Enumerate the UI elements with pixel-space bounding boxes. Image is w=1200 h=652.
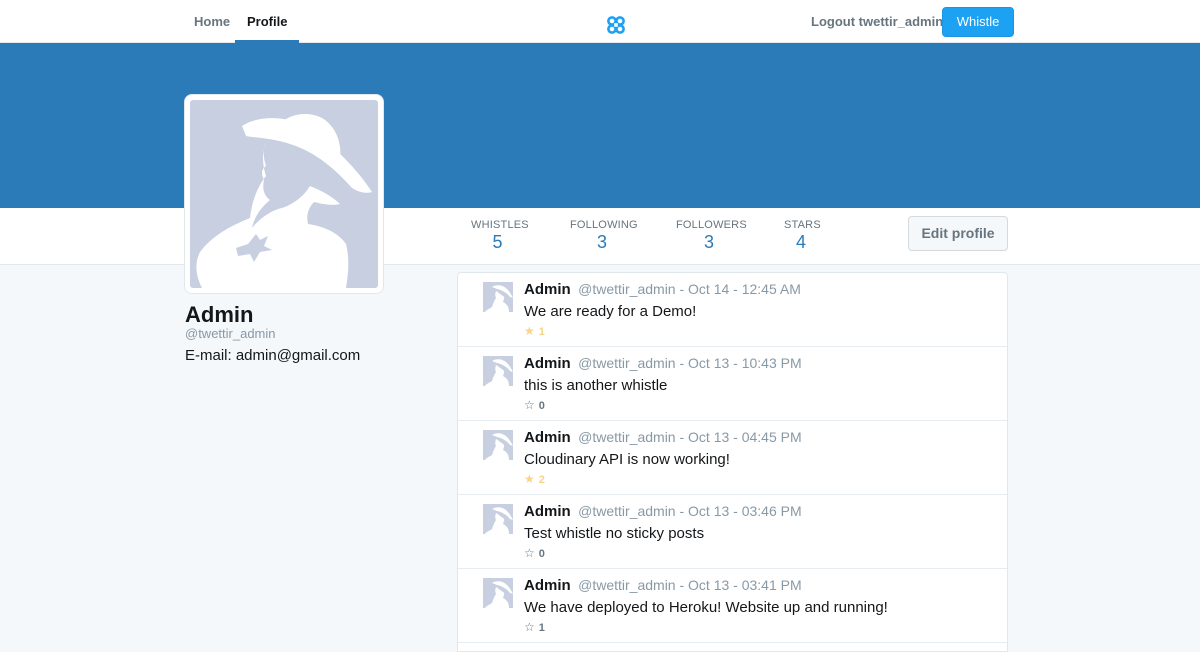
star-count: 2	[538, 474, 545, 486]
top-nav: Home Profile Logout twettir_admin Whistl…	[0, 0, 1200, 43]
whistle-author[interactable]: Admin	[524, 429, 571, 446]
whistle-author[interactable]: Admin	[524, 577, 571, 594]
stat-following[interactable]: FOLLOWING 3	[570, 219, 638, 253]
whistle-text: We have deployed to Heroku! Website up a…	[524, 599, 888, 616]
edit-profile-button[interactable]: Edit profile	[908, 216, 1008, 251]
stat-followers[interactable]: FOLLOWERS 3	[676, 219, 747, 253]
whistle-button[interactable]: Whistle	[942, 7, 1014, 37]
stat-value: 3	[596, 232, 607, 252]
star-count: 1	[538, 326, 545, 338]
stat-value: 3	[703, 232, 714, 252]
default-avatar-icon[interactable]	[483, 504, 513, 534]
whistle-item[interactable]: Admin @twettir_admin - Oct 13 - 03:46 PM…	[458, 495, 1007, 569]
whistle-meta: @twettir_admin - Oct 13 - 03:46 PM	[578, 503, 802, 519]
stat-label: STARS	[784, 219, 821, 231]
whistle-author[interactable]: Admin	[524, 355, 571, 372]
whistle-text: Cloudinary API is now working!	[524, 451, 730, 468]
stat-value: 4	[795, 232, 806, 252]
whistle-text: We are ready for a Demo!	[524, 303, 697, 320]
star-button[interactable]: ☆ 0	[524, 398, 545, 412]
profile-name: Admin	[185, 302, 254, 327]
tab-home[interactable]: Home	[194, 0, 230, 43]
star-filled-icon: ★	[524, 324, 535, 338]
default-avatar-icon[interactable]	[483, 356, 513, 386]
whistle-item[interactable]: Admin @twettir_admin - Oct 13 - 04:45 PM…	[458, 421, 1007, 495]
whistle-text: Test whistle no sticky posts	[524, 525, 705, 542]
stat-whistles[interactable]: WHISTLES 5	[471, 219, 529, 253]
star-count: 0	[538, 548, 545, 560]
whistle-author[interactable]: Admin	[524, 503, 571, 520]
whistle-meta: @twettir_admin - Oct 13 - 04:45 PM	[578, 429, 802, 445]
whistle-meta: @twettir_admin - Oct 14 - 12:45 AM	[578, 281, 801, 297]
profile-banner	[0, 43, 1200, 208]
default-avatar-icon[interactable]	[483, 282, 513, 312]
whistle-item[interactable]: Admin @twettir_admin - Oct 14 - 12:45 AM…	[458, 273, 1007, 347]
star-outline-icon: ☆	[524, 398, 535, 412]
whistle-meta: @twettir_admin - Oct 13 - 10:43 PM	[578, 355, 802, 371]
star-count: 0	[538, 400, 545, 412]
star-outline-icon: ☆	[524, 620, 535, 634]
cloverleaf-logo-icon[interactable]	[606, 15, 626, 35]
tab-profile[interactable]: Profile	[234, 0, 301, 43]
whistle-item[interactable]: Admin @twettir_admin - Oct 13 - 10:43 PM…	[458, 347, 1007, 421]
profile-avatar[interactable]	[185, 95, 383, 293]
profile-handle: @twettir_admin	[185, 326, 276, 341]
stat-stars[interactable]: STARS 4	[784, 219, 821, 253]
star-button[interactable]: ★ 1	[524, 324, 545, 338]
whistle-item[interactable]: Admin @twettir_admin - Oct 13 - 03:41 PM…	[458, 569, 1007, 643]
star-button[interactable]: ☆ 0	[524, 546, 545, 560]
whistle-timeline: Admin @twettir_admin - Oct 14 - 12:45 AM…	[457, 272, 1008, 652]
whistle-author[interactable]: Admin	[524, 281, 571, 298]
star-count: 1	[538, 622, 545, 634]
star-button[interactable]: ★ 2	[524, 472, 545, 486]
whistle-text: this is another whistle	[524, 377, 668, 394]
default-avatar-icon	[190, 100, 378, 288]
stat-label: FOLLOWERS	[676, 219, 747, 231]
default-avatar-icon[interactable]	[483, 578, 513, 608]
logout-link[interactable]: Logout twettir_admin	[811, 0, 943, 43]
star-outline-icon: ☆	[524, 546, 535, 560]
profile-email: E-mail: admin@gmail.com	[185, 347, 361, 364]
profile-stats-bar: WHISTLES 5 FOLLOWING 3 FOLLOWERS 3 STARS…	[0, 208, 1200, 265]
default-avatar-icon[interactable]	[483, 430, 513, 460]
whistle-meta: @twettir_admin - Oct 13 - 03:41 PM	[578, 577, 802, 593]
star-button[interactable]: ☆ 1	[524, 620, 545, 634]
stat-value: 5	[492, 232, 503, 252]
stat-label: FOLLOWING	[570, 219, 638, 231]
stat-label: WHISTLES	[471, 219, 529, 231]
star-filled-icon: ★	[524, 472, 535, 486]
